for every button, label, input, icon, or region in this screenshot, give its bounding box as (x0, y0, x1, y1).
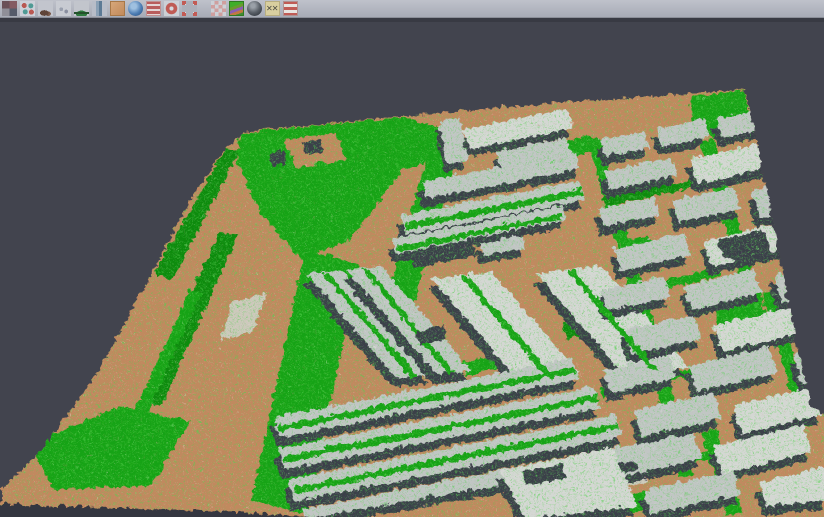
point-selection-icon[interactable] (56, 1, 71, 16)
point-cloud-canvas[interactable] (0, 0, 824, 517)
selection-brackets-icon[interactable] (182, 1, 197, 16)
viewport-top-strip (0, 18, 824, 22)
classification-colors-icon[interactable] (229, 1, 244, 16)
application-window (0, 0, 824, 517)
globe-icon[interactable] (128, 1, 143, 16)
flag-bars-icon[interactable] (283, 1, 298, 16)
toolbar-separator (200, 1, 208, 16)
surface-view-icon[interactable] (74, 1, 89, 16)
viewport-3d[interactable] (0, 0, 824, 517)
toolbar (0, 0, 824, 18)
target-ring-icon[interactable] (164, 1, 179, 16)
table-delete-icon[interactable] (265, 1, 280, 16)
shaded-sphere-icon[interactable] (247, 1, 262, 16)
highlight-speckle-noise (0, 0, 824, 517)
profile-view-icon[interactable] (92, 1, 107, 16)
attribute-table-icon[interactable] (146, 1, 161, 16)
clip-tool-icon[interactable] (2, 1, 17, 16)
grid-overlay-icon[interactable] (211, 1, 226, 16)
classify-points-icon[interactable] (20, 1, 35, 16)
terrain-model-icon[interactable] (38, 1, 53, 16)
ortho-ground-icon[interactable] (110, 1, 125, 16)
